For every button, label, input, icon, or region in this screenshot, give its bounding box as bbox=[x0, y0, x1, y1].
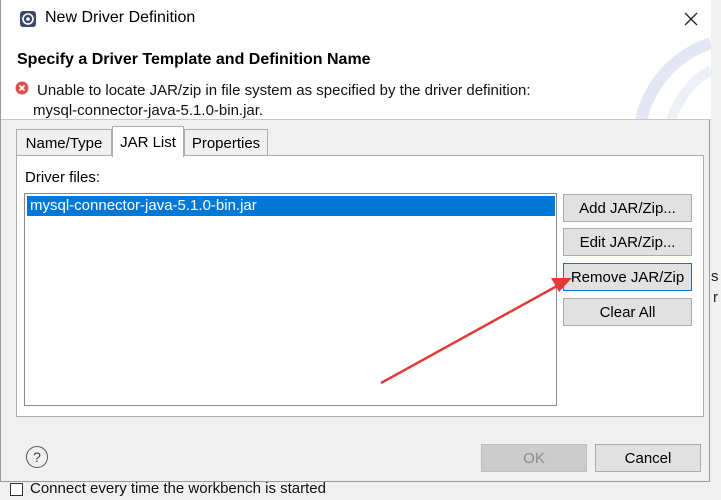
background-checkbox[interactable] bbox=[10, 483, 23, 496]
error-message: Unable to locate JAR/zip in file system … bbox=[37, 82, 531, 99]
background-checkbox-label: Connect every time the workbench is star… bbox=[30, 480, 326, 497]
header-banner: Specify a Driver Template and Definition… bbox=[1, 38, 711, 120]
clear-all-button[interactable]: Clear All bbox=[563, 298, 692, 326]
tab-jar-list[interactable]: JAR List bbox=[112, 126, 184, 157]
error-message-detail: mysql-connector-java-5.1.0-bin.jar. bbox=[33, 102, 264, 119]
tab-properties[interactable]: Properties bbox=[184, 129, 268, 157]
error-icon bbox=[15, 81, 29, 95]
ok-button[interactable]: OK bbox=[481, 444, 587, 472]
close-icon bbox=[684, 12, 698, 26]
page-title: Specify a Driver Template and Definition… bbox=[17, 51, 371, 68]
edit-jar-button[interactable]: Edit JAR/Zip... bbox=[563, 228, 692, 256]
background-text-fragment: r bbox=[713, 289, 718, 306]
title-bar: New Driver Definition bbox=[1, 0, 711, 38]
dialog-title: New Driver Definition bbox=[45, 9, 196, 26]
help-icon[interactable]: ? bbox=[26, 446, 48, 468]
list-item[interactable]: mysql-connector-java-5.1.0-bin.jar bbox=[27, 196, 555, 216]
cancel-button[interactable]: Cancel bbox=[595, 444, 701, 472]
background-text-fragment: s bbox=[711, 268, 719, 285]
tab-name-type[interactable]: Name/Type bbox=[16, 129, 112, 157]
driver-files-list[interactable]: mysql-connector-java-5.1.0-bin.jar bbox=[24, 193, 557, 406]
new-driver-definition-dialog: New Driver Definition Specify a Driver T… bbox=[0, 0, 711, 482]
banner-decoration bbox=[635, 38, 711, 119]
remove-jar-button[interactable]: Remove JAR/Zip bbox=[563, 263, 692, 291]
driver-files-label: Driver files: bbox=[25, 169, 101, 186]
close-button[interactable] bbox=[673, 4, 709, 34]
app-icon bbox=[20, 11, 36, 27]
add-jar-button[interactable]: Add JAR/Zip... bbox=[563, 194, 692, 222]
